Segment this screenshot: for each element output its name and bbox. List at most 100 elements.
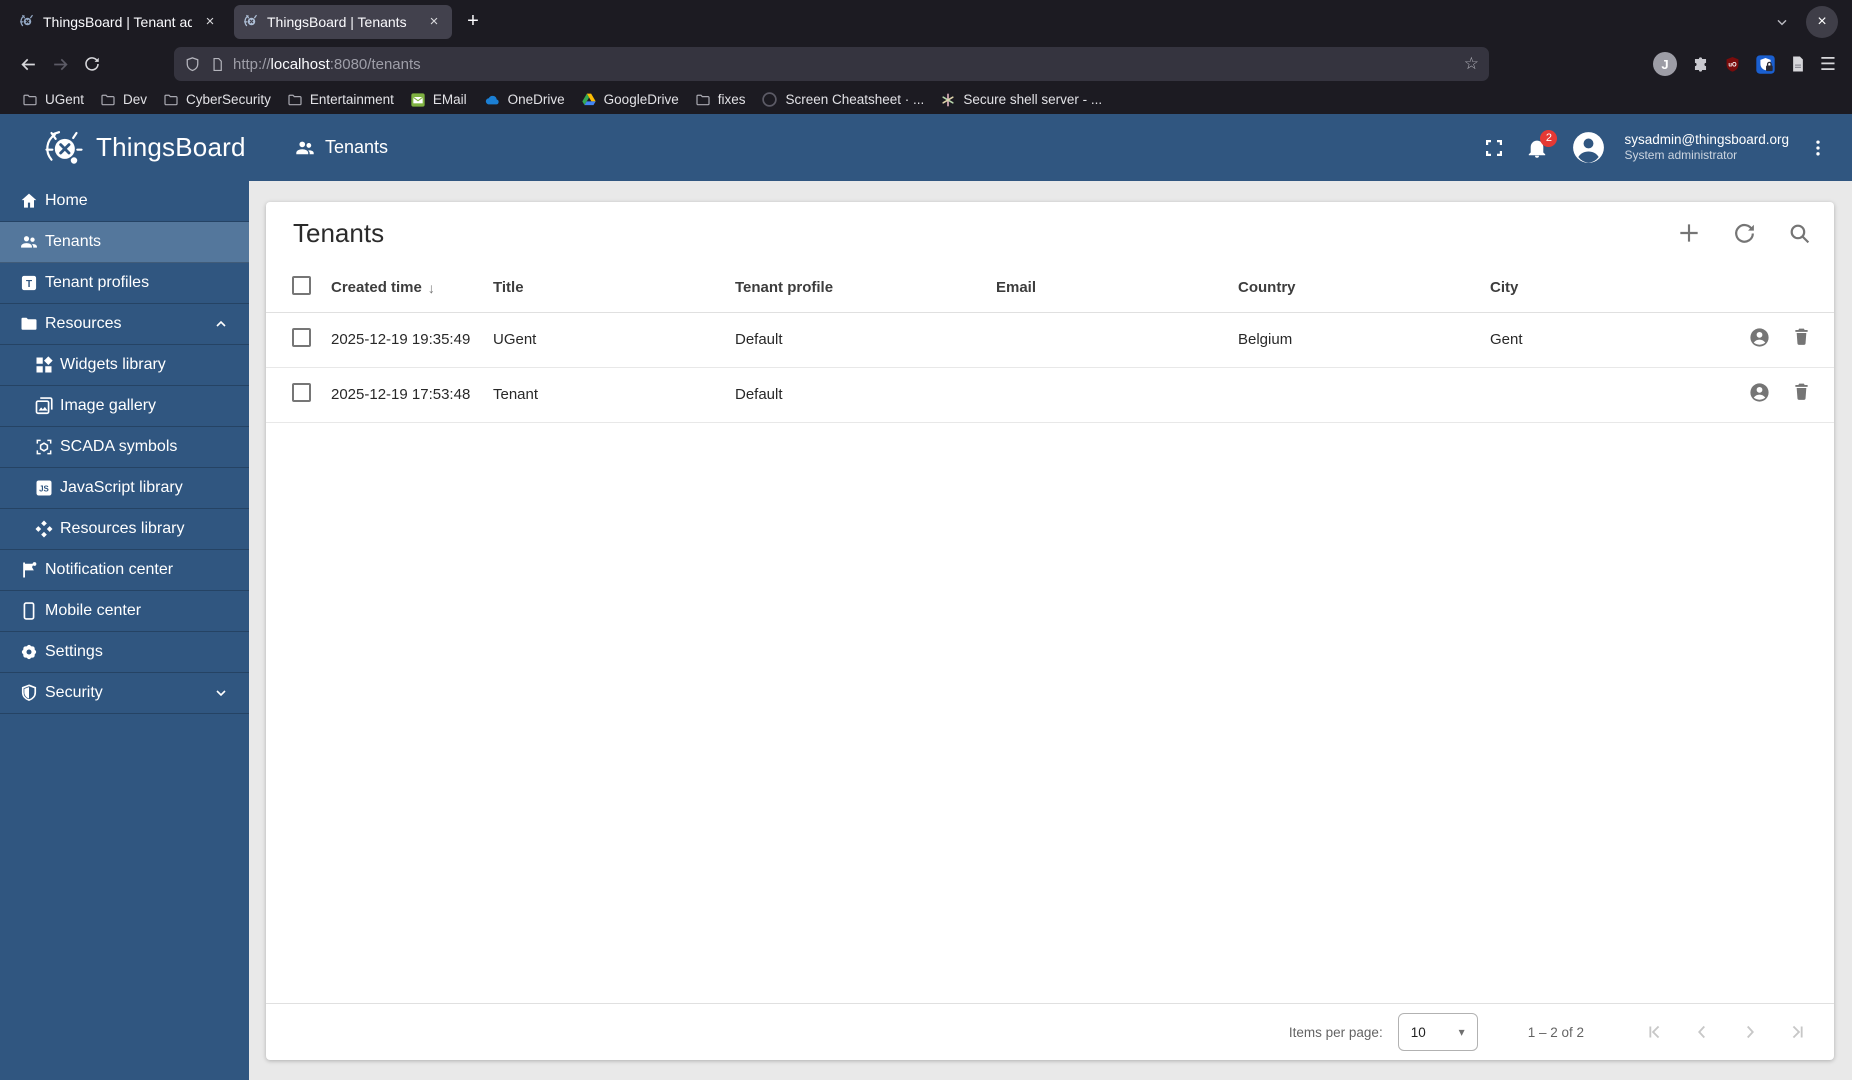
empty-table-area: [266, 423, 1834, 1004]
svg-text:T: T: [26, 279, 32, 290]
url-bar[interactable]: http://localhost:8080/tenants ☆: [174, 47, 1489, 81]
add-tenant-button[interactable]: [1676, 220, 1702, 246]
row-checkbox[interactable]: [292, 328, 311, 347]
bookmark-secure-shell[interactable]: Secure shell server - ...: [932, 88, 1110, 112]
sidebar-item-resources[interactable]: Resources: [0, 304, 249, 345]
table-row[interactable]: 2025-12-19 17:53:48 Tenant Default: [266, 367, 1834, 423]
google-drive-icon: [581, 92, 597, 108]
column-header-city[interactable]: City: [1490, 264, 1726, 313]
sidebar-item-javascript-library[interactable]: JS JavaScript library: [0, 468, 249, 509]
sidebar-item-resources-library[interactable]: Resources library: [0, 509, 249, 550]
tab-tenants-active[interactable]: ThingsBoard | Tenants ×: [234, 4, 452, 39]
bookmark-star-icon[interactable]: ☆: [1464, 54, 1479, 74]
bookmark-folder[interactable]: fixes: [687, 88, 754, 112]
column-header-country[interactable]: Country: [1238, 264, 1490, 313]
manage-tenant-admins-icon[interactable]: [1748, 381, 1771, 404]
next-page-button[interactable]: [1726, 1012, 1774, 1052]
notifications-bell-button[interactable]: 2: [1523, 129, 1558, 162]
sidebar-item-scada-symbols[interactable]: SCADA symbols: [0, 427, 249, 468]
sidebar-item-security[interactable]: Security: [0, 673, 249, 714]
cell-country: Belgium: [1238, 312, 1490, 368]
select-all-checkbox[interactable]: [292, 276, 311, 296]
resources-library-icon: [34, 519, 54, 539]
ublock-origin-icon[interactable]: uO: [1723, 55, 1742, 74]
cell-city: Gent: [1490, 312, 1726, 368]
breadcrumb-title: Tenants: [325, 137, 389, 157]
first-page-button[interactable]: [1630, 1012, 1678, 1052]
window-close-button[interactable]: ×: [1806, 5, 1838, 38]
table-row[interactable]: 2025-12-19 19:35:49 UGent Default Belgiu…: [266, 312, 1834, 368]
sidebar-item-tenants[interactable]: Tenants: [0, 222, 249, 263]
cell-created-time: 2025-12-19 17:53:48: [331, 367, 493, 423]
delete-tenant-icon[interactable]: [1791, 381, 1812, 404]
gear-icon: [19, 642, 39, 662]
new-tab-button[interactable]: +: [458, 7, 488, 37]
people-icon: [294, 137, 316, 159]
last-page-button[interactable]: [1774, 1012, 1822, 1052]
tab-close-icon[interactable]: ×: [424, 12, 444, 32]
paginator: Items per page: 10 ▾ 1 – 2 of 2: [266, 1003, 1834, 1060]
reload-button[interactable]: [76, 48, 108, 80]
notification-flag-icon: [19, 560, 39, 580]
sidebar-item-settings[interactable]: Settings: [0, 632, 249, 673]
browser-toolbar: http://localhost:8080/tenants ☆ J uO ☰: [0, 43, 1852, 85]
sort-desc-arrow-icon: ↓: [427, 279, 435, 296]
forward-button[interactable]: [44, 48, 76, 80]
bookmark-folder[interactable]: Entertainment: [279, 88, 402, 112]
bookmark-onedrive[interactable]: OneDrive: [475, 88, 573, 112]
column-header-title[interactable]: Title: [493, 264, 735, 313]
notification-count-badge: 2: [1540, 129, 1558, 147]
bookmark-screen-cheatsheet[interactable]: Screen Cheatsheet · ...: [753, 88, 932, 112]
hamburger-menu-icon[interactable]: ☰: [1820, 54, 1836, 75]
folder-icon: [695, 92, 711, 108]
sidebar-item-home[interactable]: Home: [0, 181, 249, 222]
user-info[interactable]: sysadmin@thingsboard.org System administ…: [1624, 132, 1789, 164]
dropdown-arrow-icon: ▾: [1458, 1025, 1465, 1039]
sidebar-item-mobile-center[interactable]: Mobile center: [0, 591, 249, 632]
back-button[interactable]: [12, 48, 44, 80]
user-email: sysadmin@thingsboard.org: [1624, 131, 1789, 147]
thingsboard-logo[interactable]: ThingsBoard: [0, 128, 260, 168]
refresh-button[interactable]: [1732, 221, 1757, 246]
thingsboard-favicon: [20, 14, 35, 29]
tracking-protection-shield-icon[interactable]: [184, 56, 201, 73]
bookmark-folder[interactable]: CyberSecurity: [155, 88, 279, 112]
email-icon: [410, 92, 426, 108]
column-header-tenant-profile[interactable]: Tenant profile: [735, 264, 996, 313]
sidebar-item-widgets-library[interactable]: Widgets library: [0, 345, 249, 386]
list-all-tabs-chevron-icon[interactable]: [1774, 14, 1790, 30]
page-info-icon[interactable]: [210, 57, 225, 72]
kebab-menu-icon[interactable]: [1804, 134, 1832, 162]
shield-icon: [19, 683, 39, 703]
reader-document-icon[interactable]: [1789, 55, 1807, 73]
bookmark-email[interactable]: EMail: [402, 88, 475, 112]
bookmark-folder[interactable]: Dev: [92, 88, 155, 112]
bookmark-googledrive[interactable]: GoogleDrive: [573, 88, 687, 112]
column-header-email[interactable]: Email: [996, 264, 1238, 313]
app-header: ThingsBoard Tenants 2 sysadmin@thingsboa…: [0, 114, 1852, 181]
tab-close-icon[interactable]: ×: [200, 12, 220, 32]
tab-tenant-admin[interactable]: ThingsBoard | Tenant ad ×: [10, 5, 228, 39]
scada-icon: [34, 437, 54, 457]
bitwarden-icon[interactable]: [1755, 54, 1776, 75]
column-header-created-time[interactable]: Created time ↓: [331, 264, 493, 313]
sidebar-item-image-gallery[interactable]: Image gallery: [0, 386, 249, 427]
delete-tenant-icon[interactable]: [1791, 326, 1812, 349]
main-content: Tenants Created time ↓ Title Tenant profi…: [249, 181, 1852, 1080]
previous-page-button[interactable]: [1678, 1012, 1726, 1052]
page-size-select[interactable]: 10 ▾: [1397, 1013, 1478, 1051]
fullscreen-button[interactable]: [1480, 134, 1508, 162]
breadcrumb: Tenants: [294, 137, 388, 159]
app-name: ThingsBoard: [96, 132, 246, 162]
search-icon[interactable]: [1787, 221, 1812, 246]
page-range-label: 1 – 2 of 2: [1527, 1024, 1584, 1040]
manage-tenant-admins-icon[interactable]: [1748, 326, 1771, 349]
sidebar-item-tenant-profiles[interactable]: T Tenant profiles: [0, 263, 249, 304]
user-avatar[interactable]: [1570, 129, 1607, 166]
bookmark-folder[interactable]: UGent: [14, 88, 92, 112]
profile-avatar-j[interactable]: J: [1652, 51, 1678, 77]
row-checkbox[interactable]: [292, 383, 311, 402]
sidebar-item-notification-center[interactable]: Notification center: [0, 550, 249, 591]
chevron-down-icon: [213, 685, 229, 701]
extensions-puzzle-icon[interactable]: [1691, 55, 1710, 74]
